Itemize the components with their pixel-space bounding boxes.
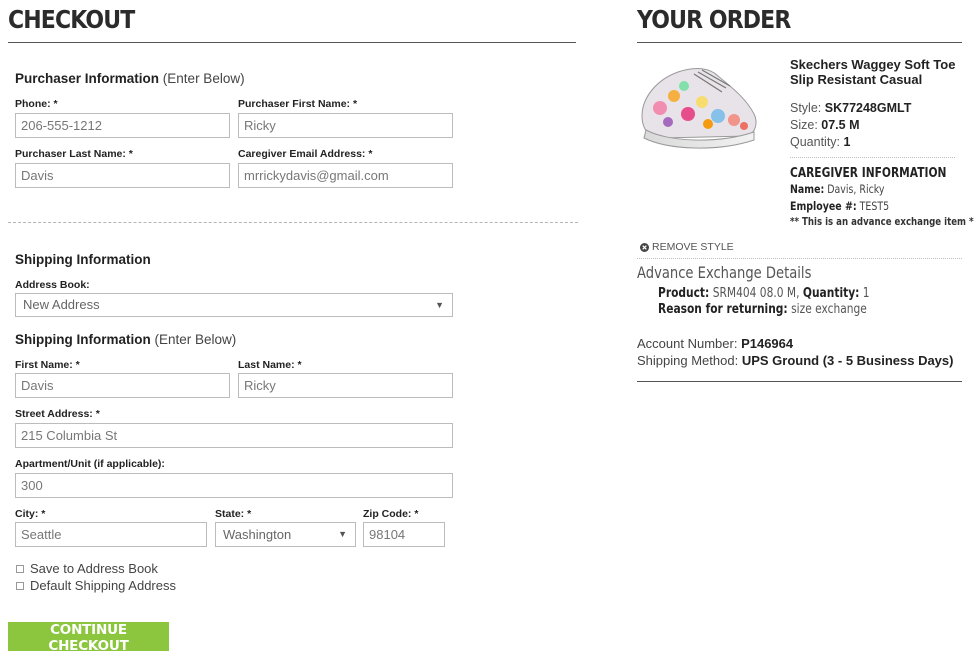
checkout-title: CHECKOUT bbox=[8, 5, 135, 34]
style-line: Style: SK77248GMLT bbox=[790, 101, 911, 115]
caregiver-name-label: Name: bbox=[790, 182, 825, 196]
phone-input[interactable] bbox=[15, 113, 230, 138]
remove-style-label: REMOVE STYLE bbox=[652, 241, 734, 253]
shipping-info-heading: Shipping Information bbox=[15, 252, 151, 267]
save-to-address-book-label: Save to Address Book bbox=[30, 561, 158, 576]
reason-for-returning-line: Reason for returning: size exchange bbox=[658, 302, 867, 317]
city-label: City: * bbox=[15, 508, 46, 520]
purchaser-first-name-input[interactable] bbox=[238, 113, 453, 138]
caregiver-name-value: Davis, Ricky bbox=[827, 182, 885, 196]
street-address-label: Street Address: * bbox=[15, 408, 100, 420]
zip-code-label: Zip Code: * bbox=[363, 508, 419, 520]
apartment-input[interactable] bbox=[15, 473, 453, 498]
caregiver-info-heading: CAREGIVER INFORMATION bbox=[790, 166, 947, 181]
state-label: State: * bbox=[215, 508, 252, 520]
size-value: 07.5 M bbox=[821, 118, 860, 132]
reason-for-returning-value: size exchange bbox=[791, 302, 867, 317]
remove-style-link[interactable]: REMOVE STYLE bbox=[640, 241, 734, 253]
reason-for-returning-label: Reason for returning: bbox=[658, 302, 788, 317]
quantity-line: Quantity: 1 bbox=[790, 135, 850, 149]
purchaser-info-heading-sub: (Enter Below) bbox=[162, 71, 245, 86]
shipping-method-label: Shipping Method: bbox=[637, 353, 739, 368]
section-divider bbox=[8, 222, 578, 223]
state-select-value: Washington bbox=[223, 527, 292, 542]
continue-checkout-button[interactable]: CONTINUE CHECKOUT bbox=[8, 622, 169, 654]
remove-circle-icon bbox=[640, 242, 649, 252]
shipping-method-line: Shipping Method: UPS Ground (3 - 5 Busin… bbox=[637, 353, 953, 368]
state-select[interactable]: Washington ▼ bbox=[215, 522, 356, 547]
phone-label: Phone: * bbox=[15, 98, 58, 110]
employee-number-label: Employee #: bbox=[790, 199, 857, 213]
purchaser-first-name-label: Purchaser First Name: * bbox=[238, 98, 358, 110]
account-number-label: Account Number: bbox=[637, 336, 738, 351]
exchange-quantity-label: Quantity: bbox=[802, 286, 860, 301]
advance-exchange-note: ** This is an advance exchange item ** bbox=[790, 216, 974, 228]
caregiver-email-input[interactable] bbox=[238, 163, 453, 188]
shipping-enter-heading: Shipping Information (Enter Below) bbox=[15, 332, 236, 347]
purchaser-info-heading-text: Purchaser Information bbox=[15, 71, 160, 86]
city-input[interactable] bbox=[15, 522, 207, 547]
first-name-label: First Name: * bbox=[15, 359, 80, 371]
default-shipping-address-label: Default Shipping Address bbox=[30, 578, 176, 593]
product-name: Skechers Waggey Soft Toe Slip Resistant … bbox=[790, 57, 956, 87]
caregiver-name-line: Name: Davis, Ricky bbox=[790, 182, 884, 196]
last-name-label: Last Name: * bbox=[238, 359, 302, 371]
advance-exchange-heading: Advance Exchange Details bbox=[637, 263, 812, 282]
chevron-down-icon: ▼ bbox=[435, 300, 444, 310]
checkbox-icon[interactable] bbox=[16, 581, 24, 590]
checkout-title-divider bbox=[8, 42, 576, 43]
quantity-label: Quantity: bbox=[790, 135, 841, 149]
caregiver-email-label: Caregiver Email Address: * bbox=[238, 148, 373, 160]
product-shoe-image bbox=[641, 68, 757, 149]
order-item-divider bbox=[637, 258, 962, 259]
exchange-product-label: Product: bbox=[658, 286, 710, 301]
quantity-value: 1 bbox=[843, 135, 851, 149]
shipping-enter-heading-text: Shipping Information bbox=[15, 332, 151, 347]
zip-code-input[interactable] bbox=[363, 522, 445, 547]
account-number-line: Account Number: P146964 bbox=[637, 336, 793, 351]
first-name-input[interactable] bbox=[15, 373, 230, 398]
caregiver-divider bbox=[790, 157, 955, 158]
employee-number-line: Employee #: TEST5 bbox=[790, 199, 889, 213]
your-order-title-divider bbox=[637, 42, 962, 43]
address-book-label: Address Book: bbox=[15, 279, 90, 291]
your-order-title: YOUR ORDER bbox=[637, 5, 791, 34]
exchange-product-value: SRM404 08.0 M, bbox=[712, 286, 800, 301]
chevron-down-icon: ▼ bbox=[338, 529, 347, 539]
street-address-input[interactable] bbox=[15, 423, 453, 448]
size-label: Size: bbox=[790, 118, 818, 132]
checkbox-icon[interactable] bbox=[16, 564, 24, 573]
style-label: Style: bbox=[790, 101, 822, 115]
employee-number-value: TEST5 bbox=[859, 199, 890, 213]
shipping-method-value: UPS Ground (3 - 5 Business Days) bbox=[741, 353, 954, 368]
apartment-label: Apartment/Unit (if applicable): bbox=[15, 458, 165, 470]
shipping-enter-heading-sub: (Enter Below) bbox=[154, 332, 237, 347]
exchange-product-line: Product: SRM404 08.0 M, Quantity: 1 bbox=[658, 286, 870, 301]
purchaser-last-name-label: Purchaser Last Name: * bbox=[15, 148, 133, 160]
last-name-input[interactable] bbox=[238, 373, 453, 398]
purchaser-info-heading: Purchaser Information (Enter Below) bbox=[15, 71, 245, 86]
save-to-address-book-checkbox[interactable]: Save to Address Book bbox=[16, 561, 158, 576]
address-book-select[interactable]: New Address ▼ bbox=[15, 293, 453, 317]
size-line: Size: 07.5 M bbox=[790, 118, 860, 132]
style-value: SK77248GMLT bbox=[824, 101, 912, 115]
purchaser-last-name-input[interactable] bbox=[15, 163, 230, 188]
order-summary-bottom-divider bbox=[637, 381, 962, 382]
default-shipping-address-checkbox[interactable]: Default Shipping Address bbox=[16, 578, 176, 593]
exchange-quantity-value: 1 bbox=[862, 286, 870, 301]
account-number-value: P146964 bbox=[741, 336, 794, 351]
address-book-select-value: New Address bbox=[23, 297, 100, 312]
